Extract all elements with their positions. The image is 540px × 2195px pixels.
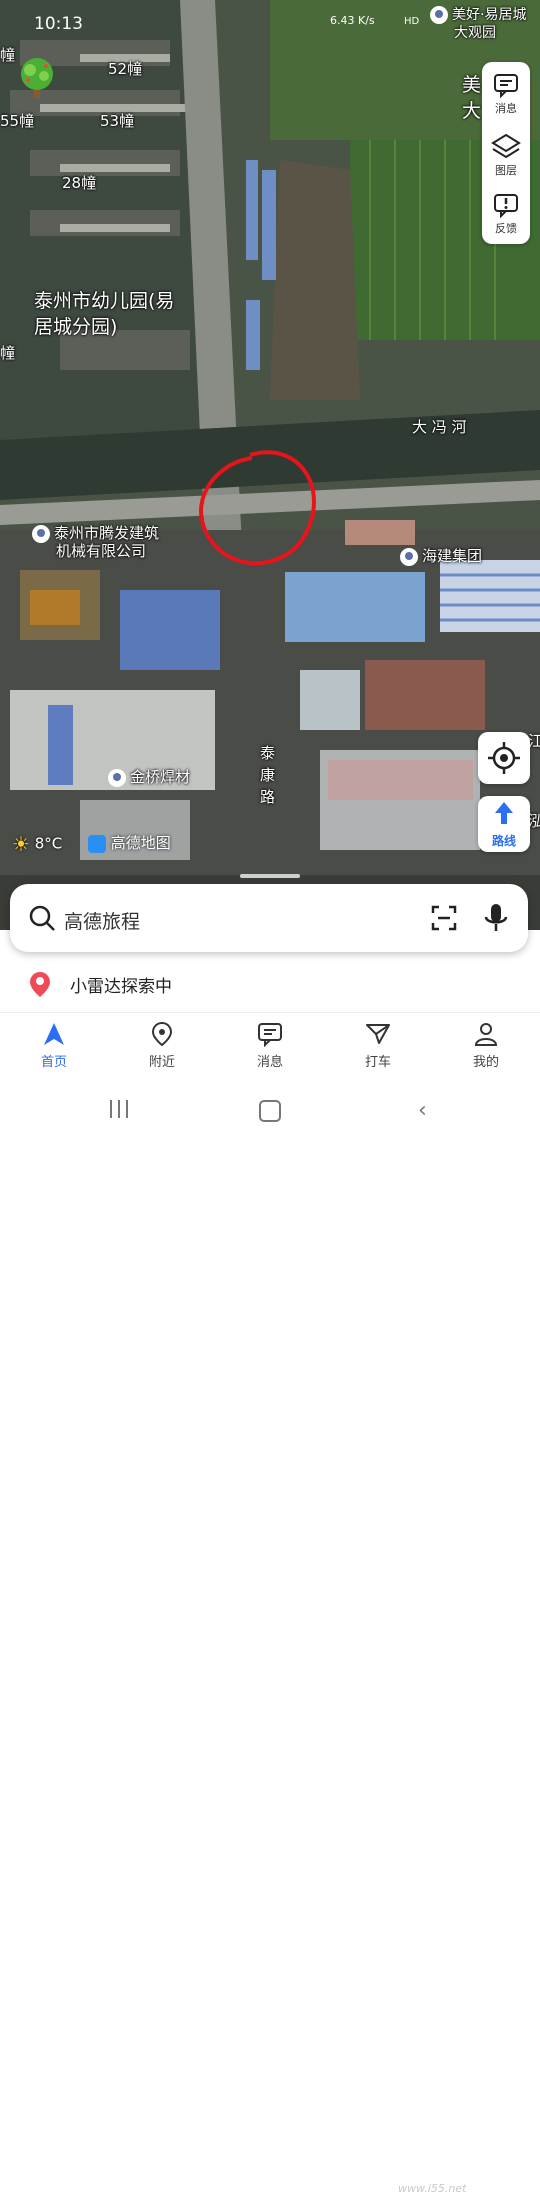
message-label: 消息 <box>495 102 517 115</box>
poi-top-right-line1: 美好·易居城 <box>452 7 527 23</box>
weather-widget[interactable]: ☀ 8°C <box>12 832 62 856</box>
status-time: 10:13 <box>34 14 83 34</box>
bottom-nav: 首页 附近 消息 打车 我的 <box>0 1012 540 1083</box>
map-label-building-52: 52幢 <box>108 60 143 78</box>
taxi-icon <box>366 1024 390 1044</box>
poi-top-right[interactable]: 美好·易居城 <box>430 4 526 24</box>
nav-mine[interactable]: 我的 <box>451 1021 521 1070</box>
map-label-edge-zhuang-1: 幢 <box>0 46 16 64</box>
poi-jinqiao-label: 金桥焊材 <box>130 768 191 786</box>
locate-icon <box>488 742 520 774</box>
map-label-top-right-line2: 大观园 <box>454 25 496 41</box>
layers-label: 图层 <box>495 164 517 177</box>
radar-row[interactable]: 小雷达探索中 <box>0 960 540 1008</box>
feedback-label: 反馈 <box>495 222 517 235</box>
message-icon <box>494 74 518 98</box>
map-label-building-28: 28幢 <box>62 174 97 192</box>
feedback-icon <box>494 194 518 218</box>
poi-jinqiao[interactable]: 金桥焊材 <box>108 766 190 787</box>
amap-logo-icon <box>88 834 106 853</box>
map-label-road-1: 泰 <box>260 744 276 762</box>
search-placeholder[interactable]: 高德旅程 <box>64 907 140 934</box>
back-icon[interactable]: ‹ <box>418 1098 427 1123</box>
search-icon <box>29 905 55 931</box>
map-label-kindergarten-line1: 泰州市幼儿园(易 <box>34 290 175 312</box>
brand-name: 高德地图 <box>110 834 171 852</box>
weather-temp: 8°C <box>34 834 63 853</box>
nav-home[interactable]: 首页 <box>19 1021 89 1070</box>
route-label: 路线 <box>491 834 516 848</box>
nav-messages[interactable]: 消息 <box>235 1021 305 1070</box>
poi-pin-icon <box>430 6 448 24</box>
nav-nearby[interactable]: 附近 <box>127 1021 197 1070</box>
map-label-kindergarten-line2: 居城分园) <box>34 316 118 338</box>
home-icon[interactable] <box>259 1100 281 1122</box>
nav-nearby-label: 附近 <box>148 1055 175 1070</box>
radar-text: 小雷达探索中 <box>70 977 172 997</box>
map-label-building-53: 53幢 <box>100 112 135 130</box>
nav-mine-label: 我的 <box>472 1055 499 1070</box>
map-label-company-line2: 机械有限公司 <box>56 542 147 560</box>
user-icon <box>474 1023 498 1046</box>
poi-pin-icon <box>32 524 50 543</box>
nearby-pin-icon <box>151 1021 173 1047</box>
nav-taxi[interactable]: 打车 <box>343 1021 413 1070</box>
sheet-handle[interactable] <box>240 874 300 878</box>
microphone-icon[interactable] <box>482 902 510 934</box>
layers-button[interactable]: 图层 <box>482 132 530 178</box>
satellite-map[interactable]: 10:13 6.43 K/s HD 52幢 55幢 53幢 28幢 幢 幢 泰州… <box>0 0 540 930</box>
sun-icon: ☀ <box>12 832 30 856</box>
location-pin-icon <box>30 972 50 997</box>
message-button[interactable]: 消息 <box>482 72 530 116</box>
status-net-speed: 6.43 K/s <box>330 14 375 27</box>
route-arrow-icon <box>495 802 513 824</box>
poi-pin-icon <box>400 547 418 566</box>
brand-logo: 高德地图 <box>88 832 171 853</box>
poi-haijian[interactable]: 海建集团 <box>400 545 482 566</box>
search-bar[interactable]: 高德旅程 <box>10 884 528 952</box>
recent-apps-icon[interactable] <box>108 1100 130 1120</box>
layers-icon <box>491 133 521 159</box>
map-toolbar: 消息 图层 反馈 <box>482 62 530 244</box>
home-arrow-icon <box>44 1023 64 1045</box>
tree-avatar-icon[interactable] <box>12 54 62 104</box>
nav-home-label: 首页 <box>40 1055 67 1070</box>
map-label-edge-zhuang-2: 幢 <box>0 344 16 362</box>
poi-haijian-label: 海建集团 <box>422 547 483 565</box>
map-label-edge-da: 大 <box>462 100 482 122</box>
feedback-button[interactable]: 反馈 <box>482 192 530 236</box>
nav-messages-label: 消息 <box>256 1055 283 1070</box>
watermark-text: www.i55.net <box>398 2182 467 2195</box>
scan-icon[interactable] <box>430 904 458 932</box>
poi-pin-icon <box>108 768 126 787</box>
locate-button[interactable] <box>478 732 530 784</box>
map-label-edge-mei: 美 <box>462 74 482 96</box>
map-label-building-55: 55幢 <box>0 112 35 130</box>
map-label-road-3: 路 <box>260 788 276 806</box>
nav-taxi-label: 打车 <box>364 1055 391 1070</box>
map-label-road-2: 康 <box>260 766 276 784</box>
route-button[interactable]: 路线 <box>478 796 530 852</box>
status-hd: HD <box>404 16 420 27</box>
map-label-river: 大 冯 河 <box>412 418 467 436</box>
system-nav-bar: ‹ www.i55.net <box>0 1084 540 2195</box>
chat-icon <box>258 1023 282 1047</box>
